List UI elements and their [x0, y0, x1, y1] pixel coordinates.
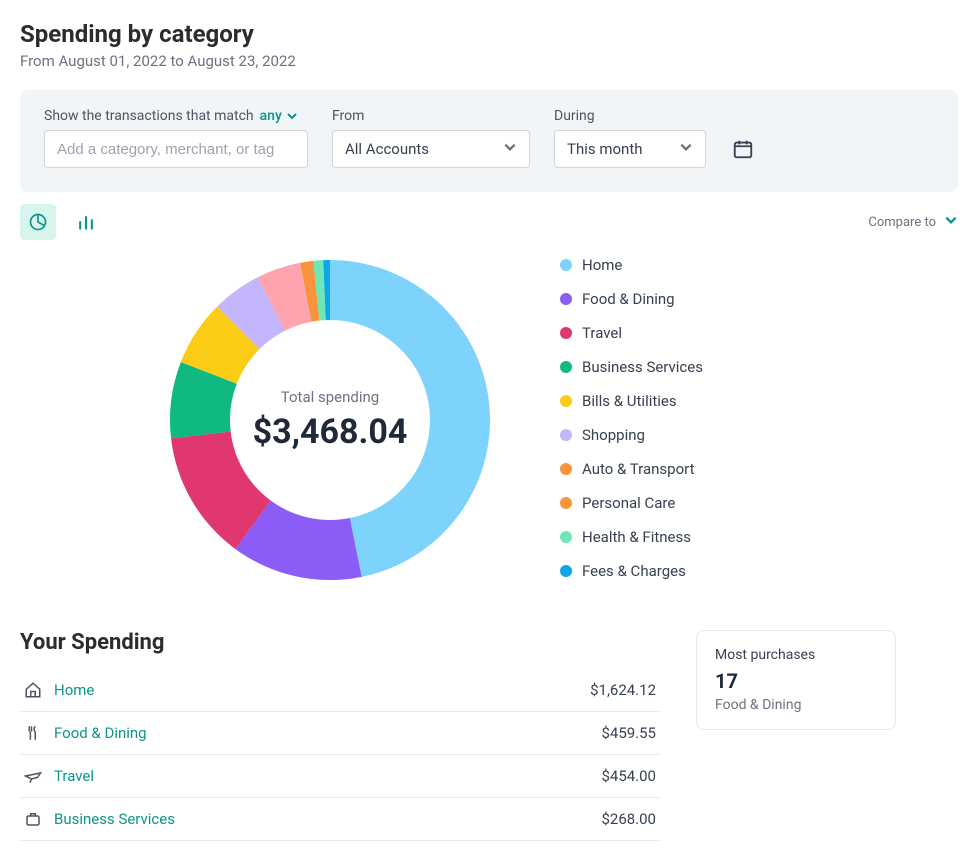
spending-category-name: Food & Dining: [54, 724, 147, 742]
spending-category-name: Travel: [54, 767, 94, 785]
donut-center-value: $3,468.04: [253, 412, 408, 452]
chart-row: Total spending $3,468.04 Home Food & Dini…: [20, 250, 958, 590]
spending-row[interactable]: Business Services $268.00: [20, 798, 660, 841]
legend-item[interactable]: Business Services: [560, 358, 703, 376]
compare-label: Compare to: [868, 215, 936, 230]
legend-item[interactable]: Bills & Utilities: [560, 392, 703, 410]
legend-label: Health & Fitness: [582, 528, 691, 546]
category-icon: [24, 724, 42, 742]
chevron-down-icon: [679, 140, 693, 158]
filter-bar: Show the transactions that match any Fro…: [20, 90, 958, 192]
from-select[interactable]: All Accounts: [332, 130, 530, 168]
during-value: This month: [567, 140, 642, 158]
page-title: Spending by category: [20, 20, 958, 48]
most-purchases-title: Most purchases: [715, 647, 877, 663]
legend-label: Travel: [582, 324, 622, 342]
legend-label: Home: [582, 256, 622, 274]
legend-dot: [560, 327, 572, 339]
legend-dot: [560, 361, 572, 373]
match-filter-group: Show the transactions that match any: [44, 108, 308, 168]
during-filter-group: During This month: [554, 108, 706, 168]
calendar-button[interactable]: [730, 136, 756, 162]
spending-title: Your Spending: [20, 630, 660, 655]
legend-label: Personal Care: [582, 494, 675, 512]
match-any-label: any: [260, 108, 282, 124]
match-any-toggle[interactable]: any: [260, 108, 298, 124]
legend-dot: [560, 293, 572, 305]
legend-item[interactable]: Auto & Transport: [560, 460, 703, 478]
legend-label: Food & Dining: [582, 290, 675, 308]
legend-item[interactable]: Personal Care: [560, 494, 703, 512]
legend-label: Auto & Transport: [582, 460, 694, 478]
most-purchases-count: 17: [715, 669, 877, 693]
spending-table: Home $1,624.12 Food & Dining $459.55 Travel $…: [20, 669, 660, 841]
legend-dot: [560, 531, 572, 543]
spending-row[interactable]: Food & Dining $459.55: [20, 712, 660, 755]
legend-item[interactable]: Shopping: [560, 426, 703, 444]
spending-row[interactable]: Travel $454.00: [20, 755, 660, 798]
spending-amount: $1,624.12: [590, 681, 656, 699]
pie-view-button[interactable]: [20, 204, 56, 240]
legend-label: Shopping: [582, 426, 645, 444]
spending-amount: $459.55: [601, 724, 656, 742]
spending-category-name: Business Services: [54, 810, 175, 828]
spending-amount: $268.00: [601, 810, 656, 828]
legend-item[interactable]: Home: [560, 256, 703, 274]
chevron-down-icon: [503, 140, 517, 158]
from-label: From: [332, 108, 530, 124]
from-value: All Accounts: [345, 140, 429, 158]
legend-label: Business Services: [582, 358, 703, 376]
category-icon: [24, 810, 42, 828]
legend: Home Food & Dining Travel Business Services…: [560, 256, 703, 580]
view-toggle: [20, 204, 104, 240]
donut-chart[interactable]: Total spending $3,468.04: [160, 250, 500, 590]
spending-section: Your Spending Home $1,624.12 Food & Dining…: [20, 630, 958, 841]
donut-center: Total spending $3,468.04: [253, 388, 408, 452]
spending-amount: $454.00: [601, 767, 656, 785]
legend-label: Fees & Charges: [582, 562, 686, 580]
donut-center-label: Total spending: [253, 388, 408, 406]
compare-to-select[interactable]: Compare to: [868, 213, 958, 231]
legend-item[interactable]: Health & Fitness: [560, 528, 703, 546]
date-range: From August 01, 2022 to August 23, 2022: [20, 52, 958, 70]
legend-dot: [560, 259, 572, 271]
category-icon: [24, 767, 42, 785]
legend-dot: [560, 429, 572, 441]
chevron-down-icon: [944, 213, 958, 231]
legend-item[interactable]: Fees & Charges: [560, 562, 703, 580]
legend-dot: [560, 497, 572, 509]
spending-category-name: Home: [54, 681, 94, 699]
legend-label: Bills & Utilities: [582, 392, 677, 410]
from-filter-group: From All Accounts: [332, 108, 530, 168]
chevron-down-icon: [286, 110, 298, 122]
bar-view-button[interactable]: [68, 204, 104, 240]
spending-row[interactable]: Home $1,624.12: [20, 669, 660, 712]
legend-dot: [560, 463, 572, 475]
tag-input[interactable]: [44, 130, 308, 168]
legend-item[interactable]: Travel: [560, 324, 703, 342]
chart-toolbar: Compare to: [20, 204, 958, 240]
match-label-text: Show the transactions that match: [44, 108, 254, 124]
legend-item[interactable]: Food & Dining: [560, 290, 703, 308]
legend-dot: [560, 395, 572, 407]
match-label: Show the transactions that match any: [44, 108, 308, 124]
category-icon: [24, 681, 42, 699]
most-purchases-category: Food & Dining: [715, 697, 877, 713]
during-select[interactable]: This month: [554, 130, 706, 168]
legend-dot: [560, 565, 572, 577]
during-label: During: [554, 108, 706, 124]
most-purchases-card: Most purchases 17 Food & Dining: [696, 630, 896, 730]
